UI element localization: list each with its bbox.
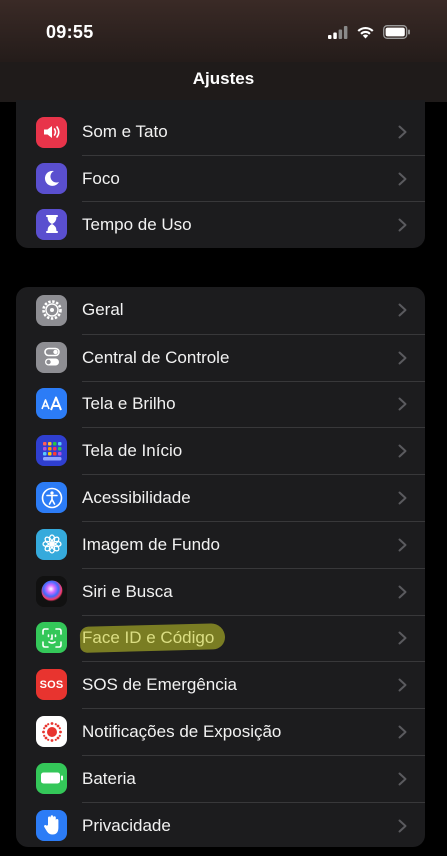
settings-row-battery[interactable]: Bateria [16, 754, 425, 802]
chevron-right-icon [398, 444, 407, 458]
settings-row-label: SOS de Emergência [82, 675, 237, 695]
chevron-right-icon [398, 819, 407, 833]
settings-row-label: Central de Controle [82, 347, 230, 367]
chevron-right-icon [398, 678, 407, 692]
chevron-right-icon [398, 172, 407, 185]
siri-icon [36, 575, 67, 607]
navigation-bar: Ajustes [0, 62, 447, 102]
sos-icon-text: SOS [39, 678, 64, 691]
settings-row-screen-time[interactable]: Tempo de Uso [16, 201, 425, 247]
settings-row-label: Imagem de Fundo [82, 534, 220, 554]
settings-row-control-center[interactable]: Central de Controle [16, 333, 425, 381]
status-bar: 09:55 [0, 0, 447, 62]
settings-row-sounds[interactable]: Som e Tato [16, 109, 425, 155]
cellular-signal-icon [328, 25, 348, 39]
speaker-icon [36, 116, 67, 148]
chevron-right-icon [398, 631, 407, 645]
settings-row-label: Notificações de Exposição [82, 722, 282, 742]
settings-row-label: Privacidade [82, 815, 171, 835]
chevron-right-icon [398, 585, 407, 599]
gear-icon [36, 294, 67, 326]
toggles-icon [36, 341, 67, 373]
text-size-icon [36, 388, 67, 420]
settings-row-home-screen[interactable]: Tela de Início [16, 427, 425, 474]
wifi-icon [357, 26, 374, 39]
hourglass-icon [36, 208, 67, 240]
settings-row-wallpaper[interactable]: Imagem de Fundo [16, 520, 425, 568]
chevron-right-icon [398, 351, 407, 365]
settings-row-exposure-notifications[interactable]: Notificações de Exposição [16, 708, 425, 755]
chevron-right-icon [398, 218, 407, 231]
flower-icon [36, 528, 67, 560]
settings-row-emergency-sos[interactable]: SOS SOS de Emergência [16, 661, 425, 708]
settings-row-label: Bateria [82, 768, 136, 788]
sos-icon: SOS [36, 669, 67, 701]
battery-icon [36, 762, 67, 794]
settings-row-label: Tempo de Uso [82, 214, 192, 234]
accessibility-icon [36, 482, 67, 514]
chevron-right-icon [398, 772, 407, 786]
app-grid-icon [36, 435, 67, 467]
settings-row-siri[interactable]: Siri e Busca [16, 567, 425, 615]
chevron-right-icon [398, 125, 407, 139]
page-title: Ajustes [192, 69, 255, 88]
face-id-icon [36, 622, 67, 654]
settings-row-label: Face ID e Código [82, 628, 215, 648]
status-icons [328, 24, 411, 40]
settings-row-focus[interactable]: Foco [16, 155, 425, 201]
status-time: 09:55 [46, 22, 94, 42]
settings-row-label: Som e Tato [82, 122, 168, 141]
chevron-right-icon [398, 397, 407, 411]
settings-row-label: Geral [82, 300, 124, 320]
settings-row-face-id[interactable]: Face ID e Código [16, 614, 425, 662]
battery-status-icon [383, 25, 410, 39]
hand-icon [36, 809, 67, 841]
settings-row-accessibility[interactable]: Acessibilidade [16, 474, 425, 521]
chevron-right-icon [398, 303, 407, 317]
settings-row-display[interactable]: Tela e Brilho [16, 380, 425, 428]
settings-row-general[interactable]: Geral [16, 287, 425, 334]
settings-row-label: Siri e Busca [82, 581, 173, 601]
chevron-right-icon [398, 725, 407, 739]
settings-row-label: Tela de Início [82, 441, 183, 461]
exposure-icon [36, 716, 67, 748]
settings-row-label: Foco [82, 168, 120, 188]
moon-icon [36, 162, 67, 194]
settings-row-label: Tela e Brilho [82, 394, 176, 414]
settings-group-1: Som e Tato Foco Tempo de Uso [16, 100, 425, 248]
settings-row-privacy[interactable]: Privacidade [16, 801, 425, 847]
chevron-right-icon [398, 491, 407, 505]
settings-group-2: Geral Central de Controle Tela e Brilho [16, 287, 425, 847]
chevron-right-icon [398, 538, 407, 552]
settings-row-label: Acessibilidade [82, 488, 191, 508]
